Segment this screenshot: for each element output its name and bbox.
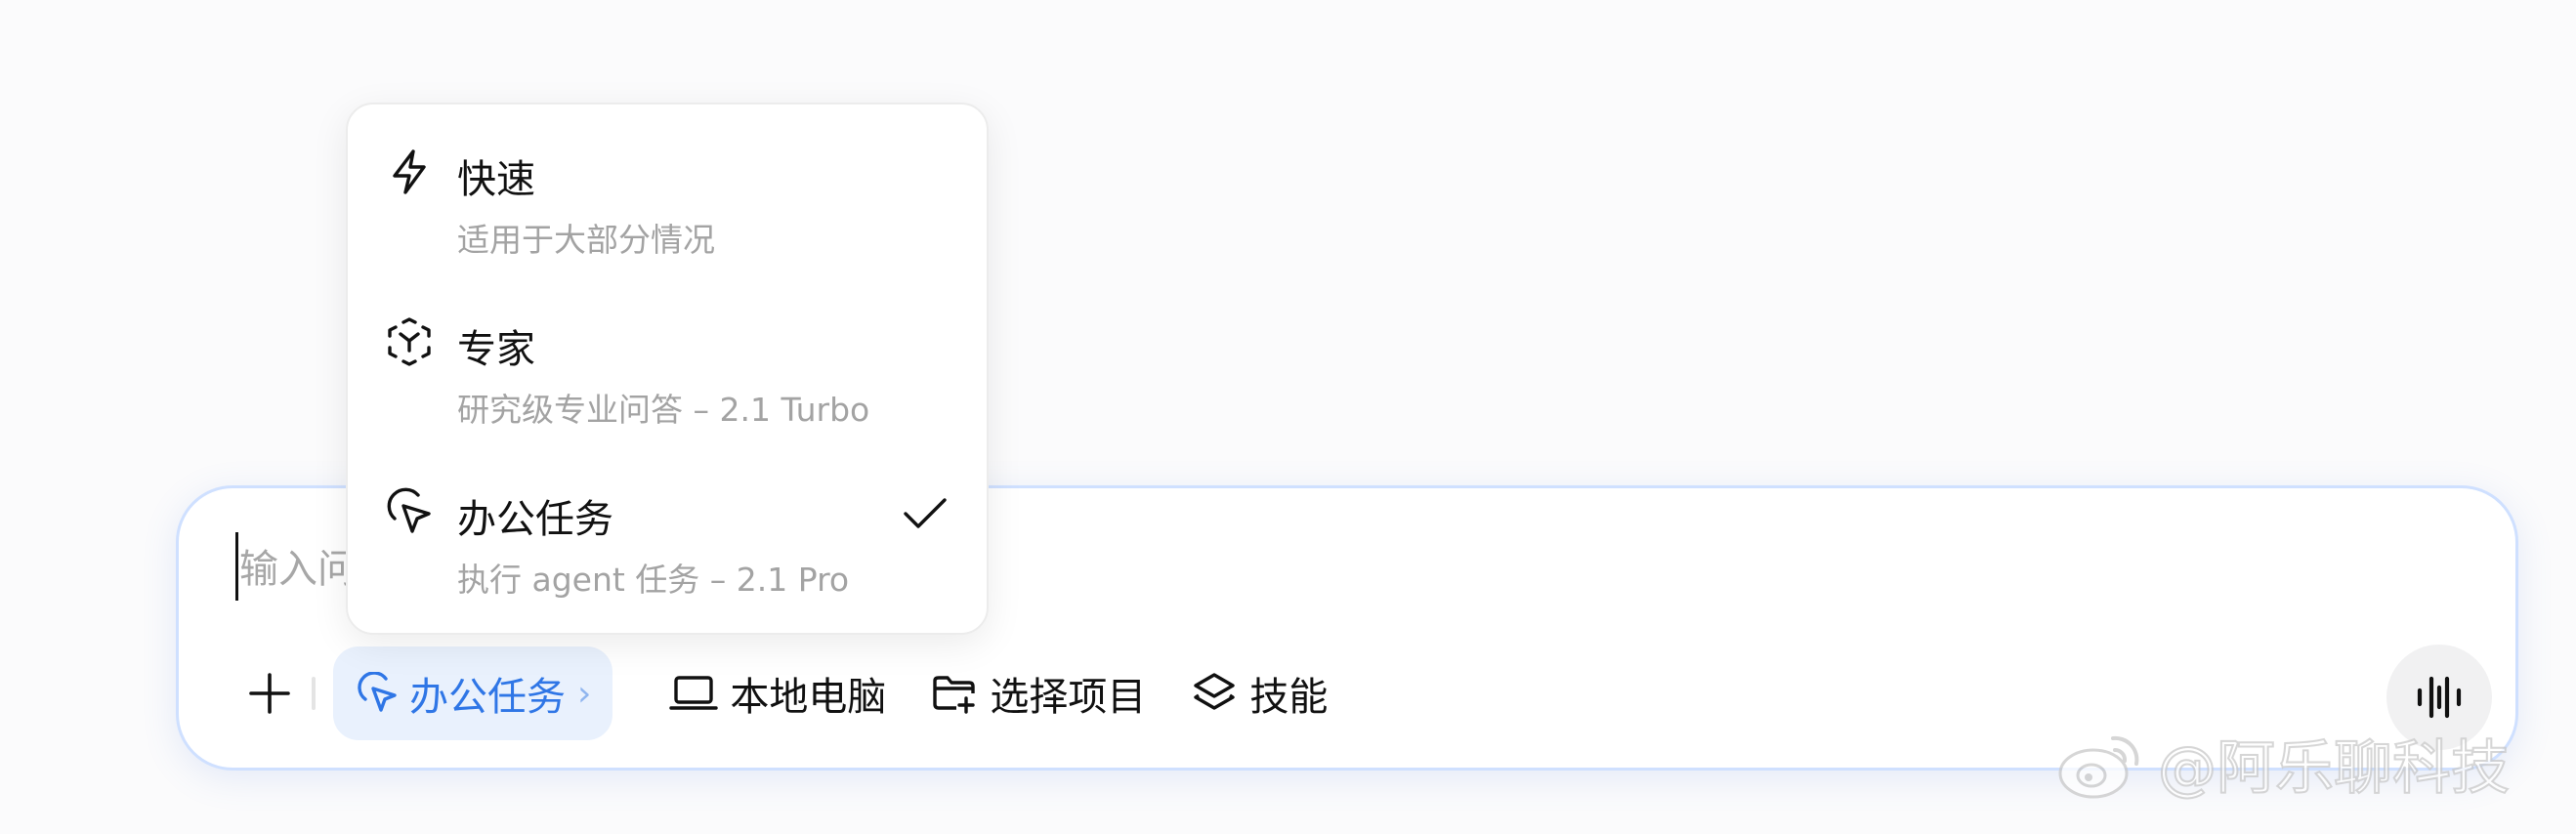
laptop-icon	[669, 676, 719, 710]
toolbar-divider	[312, 677, 316, 710]
input-toolbar: 办公任务 › 本地电脑 选择项目 技能	[237, 646, 1328, 740]
menu-item-office-task[interactable]: 办公任务 执行 agent 任务 – 2.1 Pro	[348, 444, 987, 601]
audio-waveform-icon	[2417, 676, 2462, 719]
menu-item-title: 快速	[457, 157, 535, 202]
menu-item-description: 研究级专业问答 – 2.1 Turbo	[457, 391, 870, 429]
folder-plus-icon	[933, 676, 976, 714]
lightning-icon	[393, 149, 426, 194]
add-attachment-button[interactable]	[237, 661, 302, 726]
mode-selector-button[interactable]: 办公任务 ›	[333, 646, 613, 740]
select-project-button[interactable]: 选择项目	[931, 646, 1146, 740]
plus-icon	[249, 673, 290, 714]
cursor-pointer-icon	[387, 487, 431, 533]
skills-label: 技能	[1249, 675, 1329, 720]
menu-item-title: 专家	[457, 327, 535, 372]
cursor-pointer-icon	[358, 672, 397, 712]
menu-item-description: 适用于大部分情况	[457, 221, 715, 259]
weibo-icon	[2058, 735, 2139, 798]
watermark: @阿乐聊科技	[2056, 721, 2511, 806]
mode-dropdown-menu: 快速 适用于大部分情况 专家 研究级专业问答 – 2.1 Turbo 办公任务 …	[346, 103, 989, 635]
menu-item-fast[interactable]: 快速 适用于大部分情况	[348, 104, 987, 261]
skills-button[interactable]: 技能	[1191, 646, 1328, 740]
menu-item-description: 执行 agent 任务 – 2.1 Pro	[457, 561, 850, 599]
chevron-right-icon: ›	[577, 673, 592, 714]
layers-icon	[1194, 673, 1236, 710]
watermark-text: @阿乐聊科技	[2157, 733, 2511, 804]
mode-selector-label: 办公任务	[409, 675, 566, 720]
expert-cube-icon	[388, 317, 431, 366]
menu-item-title: 办公任务	[457, 497, 613, 542]
local-computer-label: 本地电脑	[730, 675, 887, 720]
select-project-label: 选择项目	[990, 675, 1147, 720]
local-computer-button[interactable]: 本地电脑	[669, 646, 886, 740]
menu-item-expert[interactable]: 专家 研究级专业问答 – 2.1 Turbo	[348, 274, 987, 431]
text-caret	[235, 532, 238, 601]
checkmark-icon	[904, 498, 947, 528]
